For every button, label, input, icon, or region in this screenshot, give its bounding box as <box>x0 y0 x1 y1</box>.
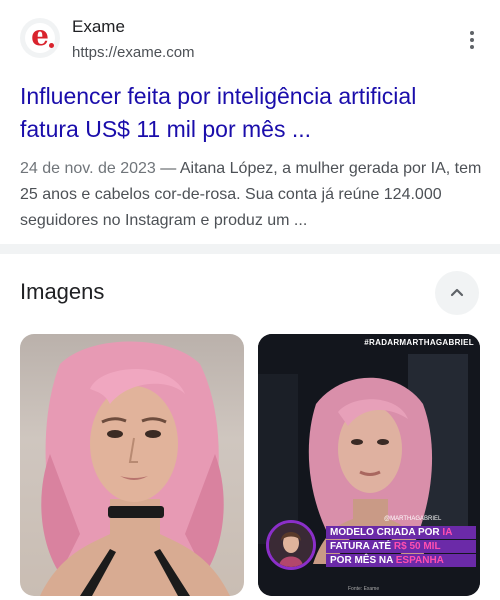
result-snippet: 24 de nov. de 2023 — Aitana López, a mul… <box>20 156 485 234</box>
result-headline-link[interactable]: Influencer feita por inteligência artifi… <box>20 80 480 146</box>
headline-line-2: fatura US$ 11 mil por mês ... <box>20 116 312 142</box>
chevron-up-icon <box>450 288 464 297</box>
section-divider <box>0 244 500 254</box>
collapse-button[interactable] <box>435 271 479 315</box>
more-vert-icon[interactable] <box>462 28 482 52</box>
exame-logo-icon[interactable]: e <box>20 18 60 58</box>
overlay-handle: @MARTHAGABRIEL <box>384 516 442 522</box>
search-result-card[interactable]: e Exame https://exame.com Influencer fei… <box>0 0 500 244</box>
image-thumbnail-1[interactable] <box>20 334 244 596</box>
site-url[interactable]: https://exame.com <box>72 44 195 61</box>
avatar <box>266 520 316 570</box>
pink-hair-woman-photo <box>40 341 230 596</box>
headline-line-1: Influencer feita por inteligência artifi… <box>20 83 417 109</box>
image-thumbnail-2[interactable]: #RADARMARTHAGABRIEL @MARTHAGABRIEL MODEL… <box>258 334 480 596</box>
photo-credit: Fonte: Exame <box>348 586 380 592</box>
site-name[interactable]: Exame <box>72 17 125 37</box>
overlay-hashtag: #RADARMARTHAGABRIEL <box>364 338 474 347</box>
snippet-date: 24 de nov. de 2023 <box>20 160 156 177</box>
images-section-title: Imagens <box>20 279 105 304</box>
overlay-caption: MODELO CRIADA POR IA FATURA ATÉ R$ 50 MI… <box>326 526 476 568</box>
